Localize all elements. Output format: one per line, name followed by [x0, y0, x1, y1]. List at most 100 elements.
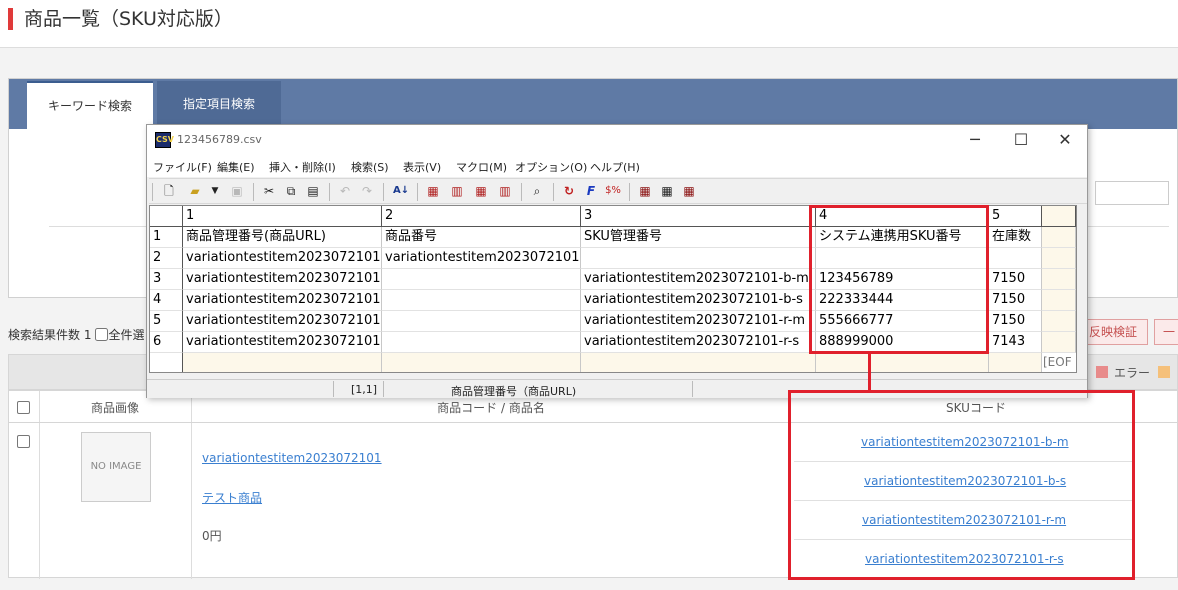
column-header[interactable]: 3	[581, 206, 816, 227]
maximize-icon[interactable]: ☐	[1001, 129, 1041, 151]
grid-cell[interactable]	[1042, 311, 1076, 332]
select-all-checkbox[interactable]	[95, 328, 109, 341]
toolbar-separator	[152, 183, 153, 201]
item-name-link[interactable]: テスト商品	[202, 489, 262, 506]
col-divider	[39, 423, 40, 579]
grid-cell[interactable]	[382, 290, 581, 311]
menu-options[interactable]: オプション(O)	[515, 159, 587, 175]
reflect-verify-button[interactable]: 反映検証	[1078, 319, 1148, 345]
redo-icon[interactable]: ↷	[359, 183, 375, 199]
grid-cell[interactable]: variationtestitem2023072101-r-s	[581, 332, 816, 353]
delete-col-icon[interactable]: ▥	[497, 183, 513, 199]
insert-row-icon[interactable]: ▦	[425, 183, 441, 199]
close-icon[interactable]: ✕	[1045, 129, 1085, 151]
formula-icon[interactable]: $%	[605, 183, 621, 199]
grid-cell[interactable]	[1042, 227, 1076, 248]
find-icon[interactable]: ⌕	[529, 183, 545, 199]
grid-cell[interactable]	[1042, 269, 1076, 290]
grid-cell[interactable]: 商品番号	[382, 227, 581, 248]
title-accent	[8, 8, 13, 30]
new-file-icon[interactable]: 🗋	[161, 183, 177, 199]
grid-cell[interactable]	[382, 332, 581, 353]
grid-cell[interactable]	[989, 353, 1042, 372]
table-icon[interactable]: ▦	[659, 183, 675, 199]
grid-cell[interactable]	[382, 353, 581, 372]
grid-cell[interactable]	[1042, 332, 1076, 353]
row-header[interactable]	[150, 353, 183, 372]
save-icon[interactable]: ▣	[229, 183, 245, 199]
grid-cell[interactable]: variationtestitem2023072101	[183, 332, 382, 353]
grid-cell[interactable]: variationtestitem2023072101	[183, 311, 382, 332]
error-label: エラー	[1114, 366, 1151, 380]
grid-cell[interactable]	[382, 311, 581, 332]
grid-cell[interactable]	[989, 248, 1042, 269]
menu-view[interactable]: 表示(V)	[403, 159, 441, 175]
row-header[interactable]: 3	[150, 269, 183, 290]
grid-cell[interactable]: variationtestitem2023072101	[382, 248, 581, 269]
open-folder-icon[interactable]: ▰	[187, 183, 203, 199]
grid-cell[interactable]: 7150	[989, 290, 1042, 311]
grid-cell[interactable]: variationtestitem2023072101-r-m	[581, 311, 816, 332]
grid-cell[interactable]: 在庫数	[989, 227, 1042, 248]
grid-cell[interactable]: 7150	[989, 311, 1042, 332]
undo-icon[interactable]: ↶	[337, 183, 353, 199]
column-header[interactable]: 2	[382, 206, 581, 227]
row-header[interactable]: 1	[150, 227, 183, 248]
delete-row-icon[interactable]: ▦	[473, 183, 489, 199]
search-input[interactable]	[1095, 181, 1169, 205]
grid-cell[interactable]	[1042, 290, 1076, 311]
row-header[interactable]: 2	[150, 248, 183, 269]
menu-macro[interactable]: マクロ(M)	[456, 159, 507, 175]
dropdown-icon[interactable]: ▼	[207, 183, 223, 199]
grid-cell[interactable]: 7143	[989, 332, 1042, 353]
highlight-connector	[868, 354, 871, 390]
grid-cell[interactable]	[581, 353, 816, 372]
grid-cell[interactable]: variationtestitem2023072101	[183, 290, 382, 311]
grid-cell[interactable]: variationtestitem2023072101-b-m	[581, 269, 816, 290]
row-checkbox[interactable]	[17, 435, 30, 448]
row-header[interactable]: 4	[150, 290, 183, 311]
grid-cell[interactable]	[581, 248, 816, 269]
menu-insert-delete[interactable]: 挿入・削除(I)	[269, 159, 336, 175]
window-titlebar[interactable]: CSV 123456789.csv ─ ☐ ✕	[147, 125, 1087, 155]
copy-icon[interactable]: ⧉	[283, 183, 299, 199]
minimize-icon[interactable]: ─	[955, 129, 995, 151]
menu-help[interactable]: ヘルプ(H)	[590, 159, 640, 175]
toolbar-separator	[521, 183, 522, 201]
grid-cell[interactable]	[183, 353, 382, 372]
select-all-label: 全件選	[108, 328, 145, 342]
corner-cell[interactable]	[150, 206, 183, 227]
grid-cell[interactable]: 商品管理番号(商品URL)	[183, 227, 382, 248]
cut-icon[interactable]: ✂	[261, 183, 277, 199]
column-header[interactable]	[1042, 206, 1076, 227]
extra-button[interactable]: 一	[1154, 319, 1178, 345]
menu-search[interactable]: 検索(S)	[351, 159, 389, 175]
menu-file[interactable]: ファイル(F)	[153, 159, 212, 175]
row-header[interactable]: 6	[150, 332, 183, 353]
grid-icon[interactable]: ▦	[637, 183, 653, 199]
function-icon[interactable]: F	[583, 183, 599, 199]
grid-cell[interactable]	[382, 269, 581, 290]
menu-edit[interactable]: 編集(E)	[217, 159, 255, 175]
tab-field-search[interactable]: 指定項目検索	[157, 81, 281, 129]
page-header: 商品一覧（SKU対応版）	[0, 0, 1178, 48]
grid-cell[interactable]: variationtestitem2023072101-b-s	[581, 290, 816, 311]
grid-cell[interactable]: variationtestitem2023072101	[183, 269, 382, 290]
table-alt-icon[interactable]: ▦	[681, 183, 697, 199]
sort-icon[interactable]: A↓	[393, 183, 409, 199]
row-header[interactable]: 5	[150, 311, 183, 332]
tab-keyword-search[interactable]: キーワード検索	[27, 81, 153, 129]
grid-cell[interactable]	[816, 353, 989, 372]
header-checkbox[interactable]	[17, 401, 30, 414]
grid-cell[interactable]: 7150	[989, 269, 1042, 290]
refresh-icon[interactable]: ↻	[561, 183, 577, 199]
grid-cell[interactable]	[1042, 248, 1076, 269]
column-header[interactable]: 1	[183, 206, 382, 227]
column-header[interactable]: 5	[989, 206, 1042, 227]
grid-cell[interactable]: SKU管理番号	[581, 227, 816, 248]
insert-col-icon[interactable]: ▥	[449, 183, 465, 199]
status-separator	[333, 381, 334, 397]
item-code-link[interactable]: variationtestitem2023072101	[202, 451, 382, 465]
grid-cell[interactable]: variationtestitem2023072101	[183, 248, 382, 269]
paste-icon[interactable]: ▤	[305, 183, 321, 199]
